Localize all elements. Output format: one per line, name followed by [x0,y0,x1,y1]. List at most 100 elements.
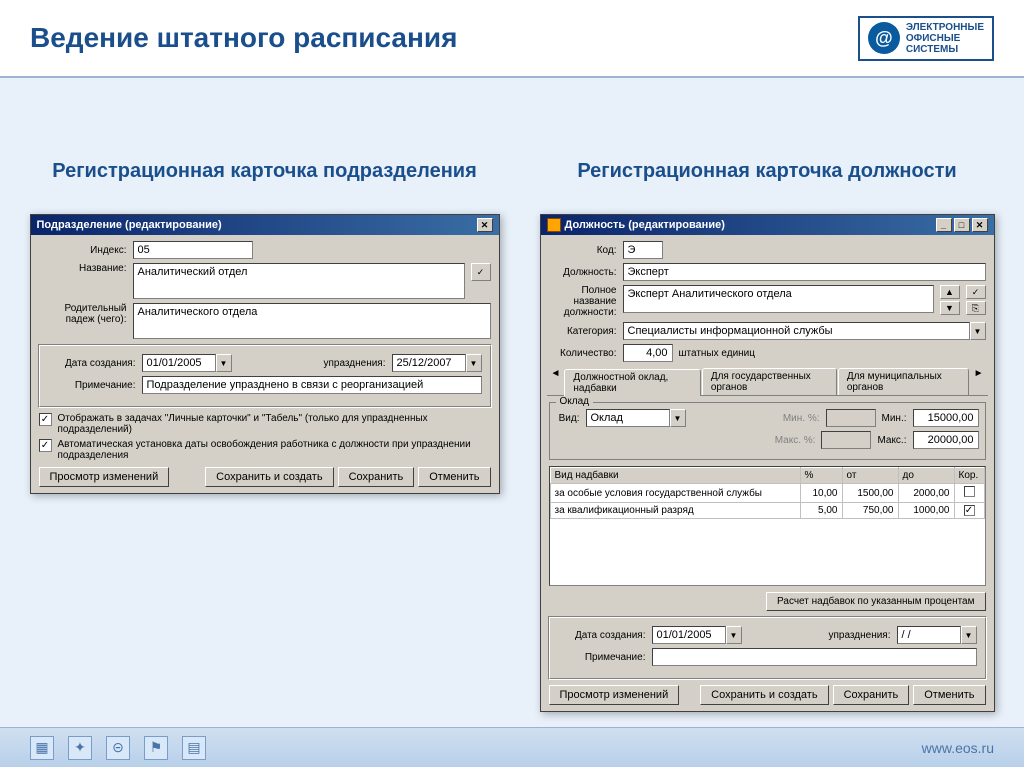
chevron-down-icon[interactable]: ▼ [216,354,232,372]
titlebar-title: Должность (редактирование) [565,219,725,231]
chevron-down-icon[interactable]: ▼ [726,626,742,644]
tab-gov[interactable]: Для государственных органов [702,368,837,395]
created-label: Дата создания: [558,630,646,641]
logo-line2: ОФИСНЫЕ [906,33,984,44]
maximize-icon[interactable]: □ [954,218,970,232]
allowances-table[interactable]: Вид надбавки % от до Кор. за особые усло… [549,466,986,586]
logo-line3: СИСТЕМЫ [906,44,984,55]
logo: @ ЭЛЕКТРОННЫЕ ОФИСНЫЕ СИСТЕМЫ [858,16,994,61]
index-input[interactable]: 05 [133,241,253,259]
qty-units: штатных единиц [679,348,756,359]
th-to[interactable]: до [898,468,954,484]
close-icon[interactable]: ✕ [477,218,493,232]
corr-checkbox[interactable] [964,486,975,497]
salary-legend: Оклад [556,396,594,407]
scroll-down-icon[interactable]: ▼ [940,301,960,315]
max-pct-label: Макс. %: [556,435,816,446]
note-label: Примечание: [558,652,646,663]
close-icon[interactable]: ✕ [972,218,988,232]
th-corr[interactable]: Кор. [954,468,984,484]
abolished-input[interactable]: 25/12/2007 [392,354,466,372]
save-button[interactable]: Сохранить [833,685,910,705]
chevron-down-icon[interactable]: ▼ [466,354,482,372]
copy-icon[interactable]: ⎘ [966,301,986,315]
table-row[interactable]: за особые условия государственной службы… [550,484,984,503]
cancel-button[interactable]: Отменить [913,685,985,705]
calc-allowances-button[interactable]: Расчет надбавок по указанным процентам [766,592,985,611]
note-input[interactable]: Подразделение упразднено в связи с реорг… [142,376,482,394]
created-input[interactable]: 01/01/2005 [142,354,216,372]
auto-release-checkbox[interactable]: ✓ [39,439,52,452]
scroll-up-icon[interactable]: ▲ [940,285,960,299]
save-button[interactable]: Сохранить [338,467,415,487]
qty-input[interactable]: 4,00 [623,344,673,362]
category-select[interactable]: Специалисты информационной службы [623,322,970,340]
chk1-label: Отображать в задачах "Личные карточки" и… [58,413,491,435]
spellcheck-icon[interactable]: ✓ [471,263,491,281]
view-changes-button[interactable]: Просмотр изменений [39,467,170,487]
corr-checkbox[interactable]: ✓ [964,505,975,516]
name-input[interactable]: Аналитический отдел [133,263,465,299]
min-pct-input [826,409,876,427]
logo-icon: @ [868,22,900,54]
abolished-label: упразднения: [238,358,386,369]
note-label: Примечание: [48,380,136,391]
subtitle-right: Регистрационная карточка должности [577,158,956,184]
titlebar-title: Подразделение (редактирование) [37,219,222,231]
th-from[interactable]: от [842,468,898,484]
view-changes-button[interactable]: Просмотр изменений [549,685,680,705]
tab-salary[interactable]: Должностной оклад, надбавки [564,369,700,396]
minimize-icon[interactable]: _ [936,218,952,232]
titlebar-department[interactable]: Подразделение (редактирование) ✕ [31,215,499,235]
spellcheck-icon[interactable]: ✓ [966,285,986,299]
footer-link[interactable]: www.eos.ru [922,740,994,756]
page-title: Ведение штатного расписания [30,22,457,54]
show-in-tasks-checkbox[interactable]: ✓ [39,413,52,426]
footer-icon-3[interactable]: ⊝ [106,736,130,760]
footer-icon-1[interactable]: ▦ [30,736,54,760]
footer-icon-4[interactable]: ⚑ [144,736,168,760]
max-input[interactable]: 20000,00 [913,431,979,449]
th-name[interactable]: Вид надбавки [550,468,800,484]
post-input[interactable]: Эксперт [623,263,986,281]
abolished-label: упразднения: [748,630,891,641]
save-create-button[interactable]: Сохранить и создать [205,467,333,487]
created-input[interactable]: 01/01/2005 [652,626,726,644]
code-input[interactable]: Э [623,241,663,259]
abolished-input[interactable]: / / [897,626,961,644]
min-input[interactable]: 15000,00 [913,409,979,427]
code-label: Код: [549,245,617,256]
post-label: Должность: [549,267,617,278]
tab-next-icon[interactable]: ► [970,368,988,395]
type-label: Вид: [556,413,580,424]
type-select[interactable]: Оклад [586,409,670,427]
logo-line1: ЭЛЕКТРОННЫЕ [906,22,984,33]
tab-municipal[interactable]: Для муниципальных органов [838,368,969,395]
footer: ▦ ✦ ⊝ ⚑ ▤ www.eos.ru [0,727,1024,767]
subtitle-left: Регистрационная карточка подразделения [52,158,476,184]
chk2-label: Автоматическая установка даты освобожден… [58,439,491,461]
note-input[interactable] [652,648,977,666]
index-label: Индекс: [39,245,127,256]
chevron-down-icon[interactable]: ▼ [670,409,686,427]
genitive-input[interactable]: Аналитического отдела [133,303,491,339]
tab-prev-icon[interactable]: ◄ [547,368,565,395]
fullname-label: Полное название должности: [549,285,617,318]
footer-icon-5[interactable]: ▤ [182,736,206,760]
name-label: Название: [39,263,127,274]
titlebar-position[interactable]: Должность (редактирование) _ □ ✕ [541,215,994,235]
chevron-down-icon[interactable]: ▼ [961,626,977,644]
chevron-down-icon[interactable]: ▼ [970,322,986,340]
min-label: Мин.: [882,413,907,424]
cancel-button[interactable]: Отменить [418,467,490,487]
fullname-input[interactable]: Эксперт Аналитического отдела [623,285,934,313]
tabs: ◄ Должностной оклад, надбавки Для госуда… [547,368,988,396]
max-pct-input [821,431,871,449]
th-pct[interactable]: % [800,468,842,484]
footer-icon-2[interactable]: ✦ [68,736,92,760]
table-row[interactable]: за квалификационный разряд 5,00 750,00 1… [550,503,984,519]
created-label: Дата создания: [48,358,136,369]
header: Ведение штатного расписания @ ЭЛЕКТРОННЫ… [0,0,1024,78]
window-department: Подразделение (редактирование) ✕ Индекс:… [30,214,500,494]
save-create-button[interactable]: Сохранить и создать [700,685,828,705]
